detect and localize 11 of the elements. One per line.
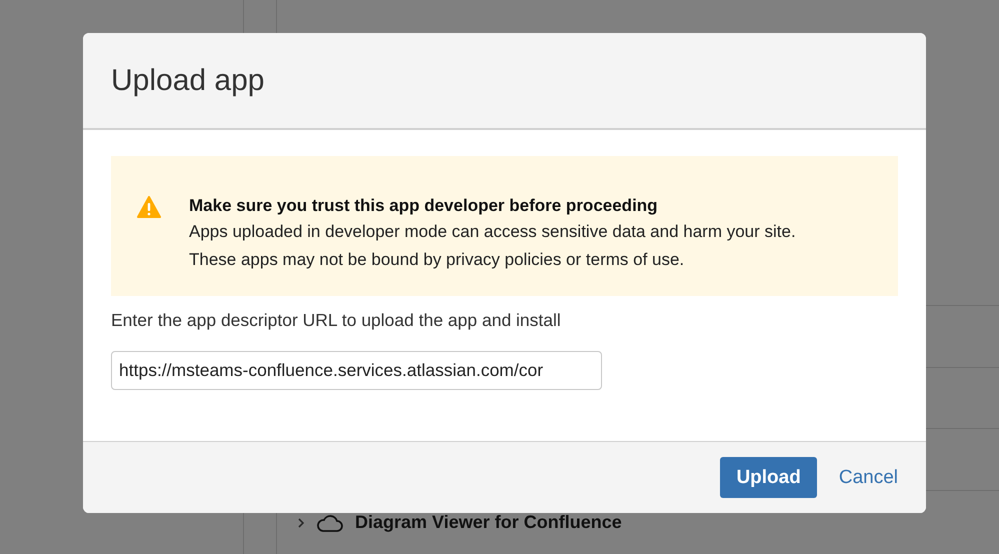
warning-title: Make sure you trust this app developer before proceeding bbox=[189, 195, 659, 217]
dialog-title: Upload app bbox=[111, 64, 264, 98]
warning-message: Apps uploaded in developer mode can access sensitive data and harm your site. These apps may not be bound by privacy policies or terms of use. bbox=[189, 221, 797, 271]
field-label: Enter the app descriptor URL to upload the app and install bbox=[111, 310, 562, 331]
chevron-icon[interactable] bbox=[297, 516, 305, 528]
upload-button[interactable]: Upload bbox=[720, 457, 817, 498]
app-name: Diagram Viewer for Confluence bbox=[355, 512, 622, 533]
cancel-link[interactable]: Cancel bbox=[838, 466, 898, 488]
cloud-icon bbox=[317, 512, 343, 532]
url-input-field[interactable]: https://msteams-confluence.services.atlassian.com/cor bbox=[111, 351, 602, 390]
warning-icon bbox=[137, 196, 161, 218]
